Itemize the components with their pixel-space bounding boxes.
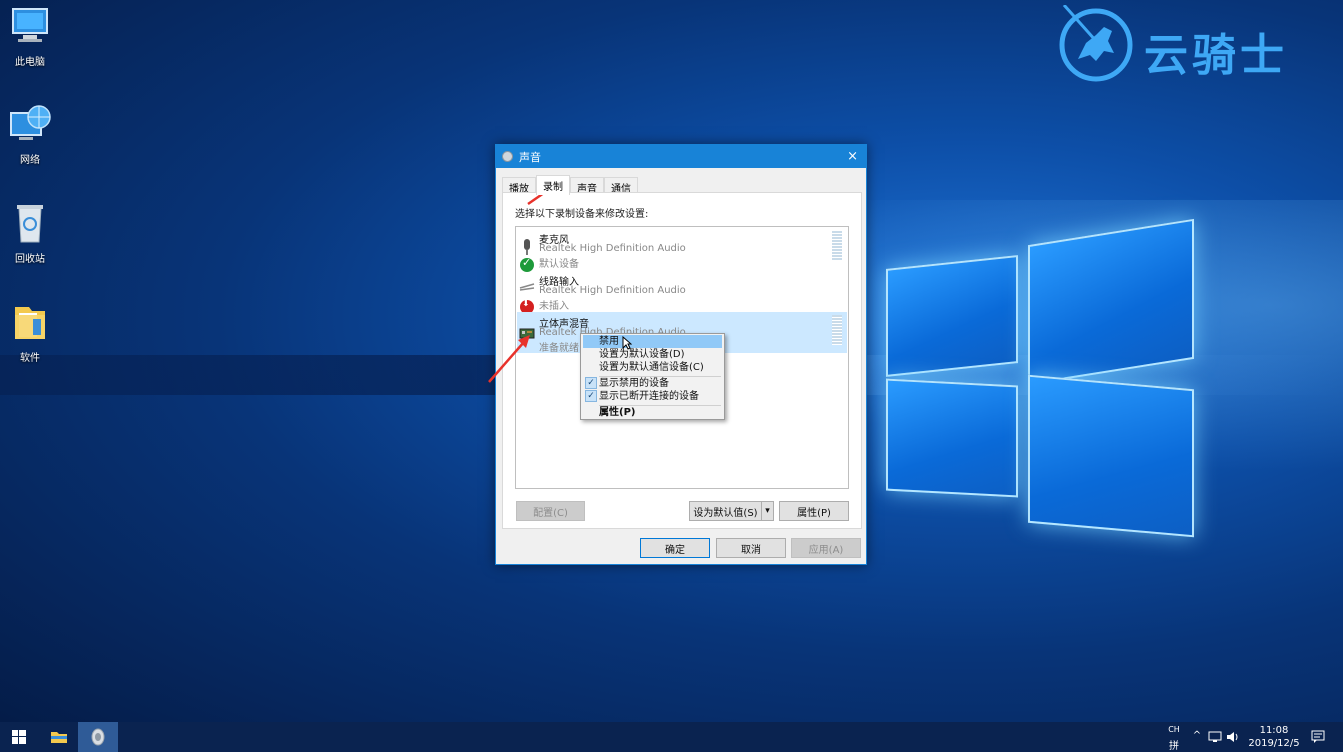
dialog-titlebar[interactable]: 声音 × [496,145,866,168]
level-meter [832,315,842,345]
device-status: 准备就绪 [539,343,579,354]
device-driver: Realtek High Definition Audio [539,285,686,296]
desktop-icon-label: 回收站 [15,254,45,265]
ime-mode[interactable]: 拼 [1166,737,1182,752]
microphone-icon [519,238,535,272]
knight-logo-icon [1059,4,1133,82]
taskbar: CH 拼 ^ 11:08 2019/12/5 [0,722,1343,752]
cancel-button[interactable]: 取消 [716,538,786,558]
watermark-logo: 云骑士 [1056,4,1336,85]
file-explorer-icon [51,732,67,743]
speaker-app-icon [502,151,513,162]
menu-item-show-disabled[interactable]: ✓ 显示禁用的设备 [583,377,722,390]
tray-show-hidden-chevron-icon[interactable]: ^ [1190,730,1204,741]
device-status: 未插入 [539,301,569,312]
desktop-icon-label: 此电脑 [15,57,45,68]
recycle-bin-icon [9,202,51,244]
network-icon [9,103,51,145]
device-properties-button[interactable]: 属性(P) [779,501,849,521]
checkmark-icon: ✓ [585,390,597,402]
menu-item-properties[interactable]: 属性(P) [583,406,722,419]
device-status: 默认设备 [539,259,579,270]
menu-item-set-default-device[interactable]: 设置为默认设备(D) [583,348,722,361]
annotation-arrow-device [488,335,530,383]
desktop-icon-network[interactable]: 网络 [0,103,60,166]
line-in-jack-icon [519,280,535,314]
mouse-cursor-icon [622,336,632,350]
clock-date[interactable]: 2019/12/5 [1246,738,1302,749]
sound-settings-icon [91,728,105,746]
menu-item-label: 显示禁用的设备 [599,378,669,389]
close-button[interactable]: × [847,149,858,164]
notification-center-icon[interactable] [1311,730,1325,744]
menu-item-disable[interactable]: 禁用 [583,335,722,348]
device-item-line-in[interactable]: 线路输入 Realtek High Definition Audio 未插入 [517,270,847,314]
tab-strip: 播放 录制 声音 通信 [502,175,638,195]
dialog-title: 声音 [519,150,541,164]
desktop-icon-label: 软件 [20,353,40,364]
menu-item-label: 显示已断开连接的设备 [599,391,699,402]
set-default-dropdown-button[interactable]: ▾ [761,501,774,521]
start-button[interactable] [0,722,38,752]
set-default-button[interactable]: 设为默认值(S) [689,501,762,521]
watermark-text: 云骑士 [1144,30,1288,81]
taskbar-sound-app[interactable] [78,722,118,752]
desktop-icon-software-folder[interactable]: 软件 [0,301,60,364]
configure-button[interactable]: 配置(C) [516,501,585,521]
apply-button[interactable]: 应用(A) [791,538,861,558]
device-driver: Realtek High Definition Audio [539,243,686,254]
device-context-menu: 禁用 设置为默认设备(D) 设置为默认通信设备(C) ✓ 显示禁用的设备 ✓ 显… [580,333,725,420]
level-meter [832,231,842,261]
taskbar-file-explorer[interactable] [40,722,78,752]
clock-time[interactable]: 11:08 [1246,725,1302,736]
menu-item-set-default-comm-device[interactable]: 设置为默认通信设备(C) [583,361,722,374]
menu-item-show-disconnected[interactable]: ✓ 显示已断开连接的设备 [583,390,722,403]
desktop-icon-label: 网络 [20,155,40,166]
volume-tray-icon[interactable] [1226,730,1240,744]
desktop-icon-recycle-bin[interactable]: 回收站 [0,202,60,265]
windows-start-icon [12,730,26,744]
ime-language[interactable]: CH [1166,725,1182,734]
computer-icon [9,5,51,47]
folder-icon [9,301,51,343]
tab-recording[interactable]: 录制 [536,175,570,195]
device-item-microphone[interactable]: 麦克风 Realtek High Definition Audio 默认设备 [517,228,847,272]
network-tray-icon[interactable] [1208,731,1222,743]
desktop-icon-this-pc[interactable]: 此电脑 [0,5,60,68]
checkmark-icon: ✓ [585,377,597,389]
ok-button[interactable]: 确定 [640,538,710,558]
